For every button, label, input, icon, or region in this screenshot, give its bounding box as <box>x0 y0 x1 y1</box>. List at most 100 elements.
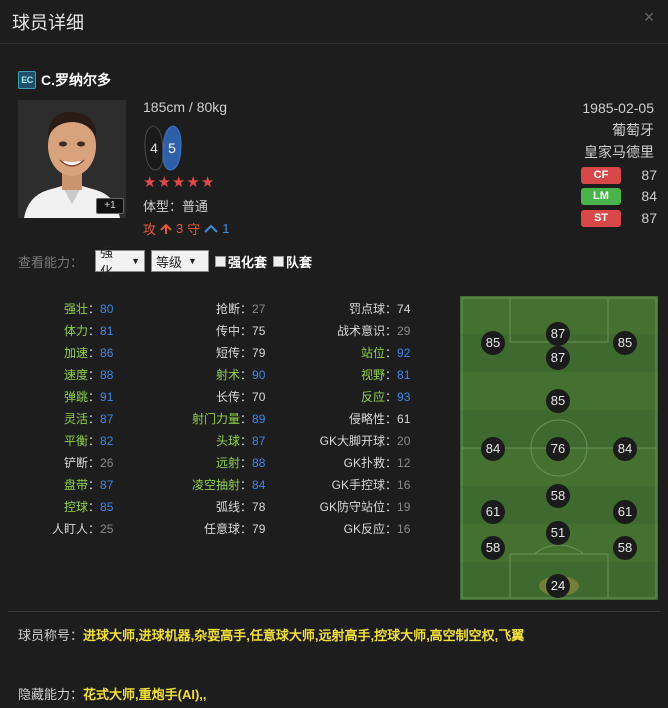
enhance-select[interactable]: 强化 ▼ <box>95 245 146 279</box>
stat-row: GK大脚开球： 20 <box>295 430 411 452</box>
stats-column-technical: 抢断： 27 传中： 75 短传： 79 射术： 90 长传： 70 射门力量： 89 头球： 87 远射：… <box>160 298 265 540</box>
stat-row: 任意球： 79 <box>160 518 265 540</box>
stat-value: 86 <box>100 346 114 360</box>
position-pitch: 87 85 85 87 85 84 76 84 58 61 61 51 58 5… <box>460 296 658 600</box>
stat-separator: ： <box>385 456 398 470</box>
stat-separator: ： <box>240 456 253 470</box>
stat-label: 射门力量 <box>191 412 240 426</box>
stat-separator: ： <box>385 412 398 426</box>
stat-label: 反应 <box>360 390 385 404</box>
stat-value: 84 <box>252 478 266 492</box>
stat-separator: ： <box>385 324 398 338</box>
stat-separator: ： <box>88 390 101 404</box>
stat-row: 视野： 81 <box>295 364 410 386</box>
checkbox-icon <box>273 255 285 267</box>
player-titles-value: 进球大师,进球机器,杂耍高手,任意球大师,远射高手,控球大师,高空制空权,飞翼 <box>83 628 525 643</box>
stat-label: 速度 <box>63 368 88 382</box>
stat-row: 远射： 88 <box>160 452 265 474</box>
defense-value: 1 <box>222 221 230 236</box>
rating-cb: 51 <box>546 521 570 545</box>
stat-row: 盘带： 87 <box>18 474 113 496</box>
team-set-label: 队套 <box>286 254 313 270</box>
player-name: C.罗纳尔多 <box>41 72 111 88</box>
stat-separator: ： <box>240 412 253 426</box>
rating-rw: 85 <box>613 331 637 355</box>
stat-value: 79 <box>252 346 266 360</box>
stat-separator: ： <box>385 478 398 492</box>
body-type: 体型：普通 <box>143 199 209 214</box>
stat-separator: ： <box>88 500 101 514</box>
stat-row: 控球： 85 <box>18 496 113 518</box>
stat-row: 弧线： 78 <box>160 496 265 518</box>
stat-separator: ： <box>385 346 398 360</box>
stat-label: 控球 <box>63 500 88 514</box>
stat-value: 20 <box>397 434 411 448</box>
position-value: 87 <box>641 167 657 183</box>
stat-label: 头球 <box>215 434 240 448</box>
position-row: CF 87 <box>581 165 657 185</box>
dropdown-arrow-icon: ▼ <box>188 256 197 266</box>
position-tag: ST <box>581 209 621 227</box>
stat-value: 81 <box>397 368 411 382</box>
stat-label: GK反应 <box>343 522 385 536</box>
stat-row: 人盯人： 25 <box>18 518 113 540</box>
stat-value: 79 <box>252 522 266 536</box>
stat-separator: ： <box>88 346 101 360</box>
stat-row: 传中： 75 <box>160 320 265 342</box>
star-icon: ★ <box>171 174 186 191</box>
stat-separator: ： <box>240 390 253 404</box>
stat-separator: ： <box>240 346 253 360</box>
close-icon[interactable]: × <box>640 8 658 26</box>
stat-label: 长传 <box>215 390 240 404</box>
stat-value: 25 <box>100 522 114 536</box>
stat-label: 灵活 <box>63 412 88 426</box>
defense-label: 守 <box>187 222 201 237</box>
stat-value: 88 <box>100 368 114 382</box>
stat-value: 85 <box>100 500 114 514</box>
stat-separator: ： <box>240 302 253 316</box>
stat-value: 75 <box>252 324 266 338</box>
stat-label: GK扑救 <box>343 456 385 470</box>
stat-value: 74 <box>397 302 411 316</box>
stat-label: 平衡 <box>63 434 88 448</box>
star-icon: ★ <box>143 174 157 191</box>
stat-label: 传中 <box>215 324 240 338</box>
enhance-set-checkbox[interactable]: 强化套 <box>215 252 267 271</box>
height-weight: 185cm / 80kg <box>143 99 228 115</box>
stat-label: 站位 <box>360 346 385 360</box>
position-value: 84 <box>641 188 657 204</box>
stat-label: 强壮 <box>63 302 88 316</box>
rating-st: 87 <box>546 322 570 346</box>
stat-row: 战术意识： 29 <box>295 320 410 342</box>
stat-value: 81 <box>100 324 114 338</box>
stat-separator: ： <box>88 368 101 382</box>
stat-separator: ： <box>240 324 253 338</box>
stat-separator: ： <box>385 368 398 382</box>
stat-value: 90 <box>252 368 266 382</box>
stat-row: 头球： 87 <box>160 430 265 452</box>
stat-label: 远射 <box>215 456 240 470</box>
stat-value: 12 <box>397 456 411 470</box>
stat-row: 弹跳： 91 <box>18 386 113 408</box>
weak-foot-right: 5 <box>168 140 176 156</box>
attack-label: 攻 <box>143 222 157 237</box>
rating-cdm: 58 <box>546 484 570 508</box>
team-set-checkbox[interactable]: 队套 <box>273 252 312 271</box>
stats-column-physical: 强壮： 80 体力： 81 加速： 86 速度： 88 弹跳： 91 灵活： 87 平衡： 82 铲断： 26… <box>18 298 113 540</box>
rating-lwb: 61 <box>481 500 505 524</box>
title-bar: 球员详细 × <box>0 0 668 44</box>
stat-value: 82 <box>100 434 114 448</box>
attack-value: 3 <box>176 221 184 236</box>
stat-row: 站位： 92 <box>295 342 410 364</box>
stat-value: 16 <box>397 522 411 536</box>
stat-separator: ： <box>385 500 398 514</box>
star-icon: ★ <box>157 174 171 191</box>
stat-value: 91 <box>100 390 114 404</box>
stat-row: 灵活： 87 <box>18 408 113 430</box>
stat-separator: ： <box>88 456 101 470</box>
stat-label: 任意球 <box>203 522 240 536</box>
level-select[interactable]: 等级 ▼ <box>151 250 210 272</box>
weak-foot-left: 4 <box>150 140 158 156</box>
checkbox-icon <box>215 255 227 267</box>
star-rating: ★ ★ ★ ★ ★ <box>143 175 214 190</box>
